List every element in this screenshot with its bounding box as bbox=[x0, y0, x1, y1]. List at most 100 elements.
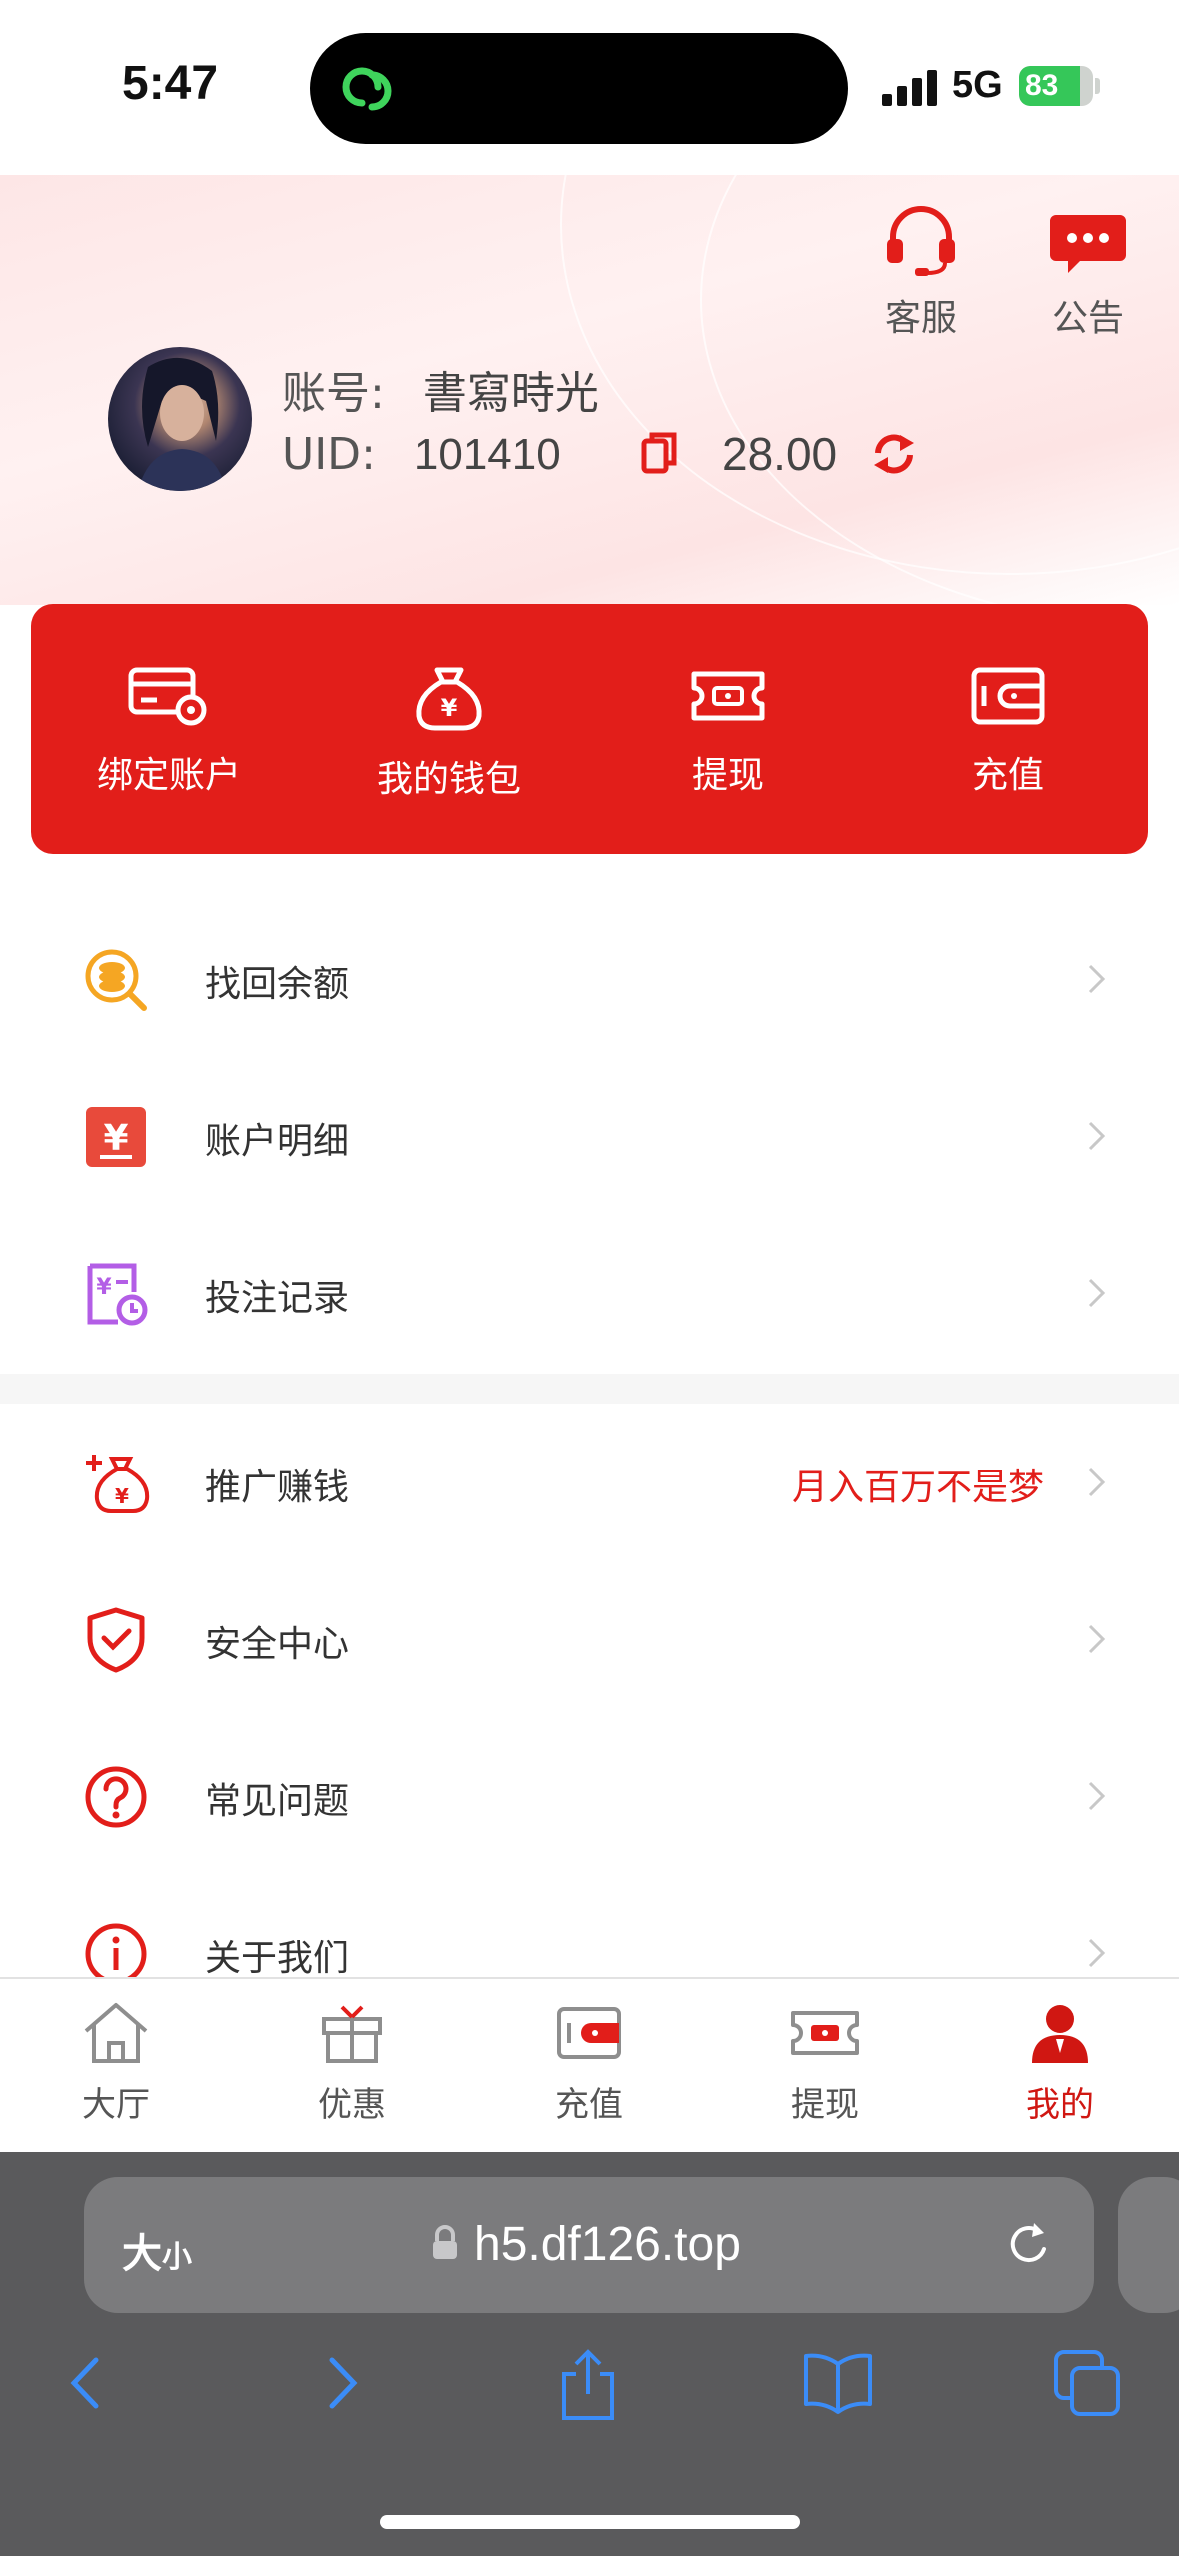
my-wallet-label: 我的钱包 bbox=[376, 759, 521, 800]
tab-mine[interactable]: 我的 bbox=[985, 1999, 1135, 2126]
chevron-right-icon bbox=[1088, 1121, 1106, 1151]
chat-bubble-icon bbox=[1050, 215, 1126, 273]
battery-icon: 83 bbox=[1019, 66, 1093, 106]
menu-item-security-center[interactable]: 安全中心 bbox=[0, 1560, 1179, 1717]
account-name: 書寫時光 bbox=[422, 368, 599, 419]
text-size-small: 小 bbox=[162, 2240, 192, 2275]
question-circle-icon bbox=[85, 1766, 147, 1828]
uid-row: UID: 101410 bbox=[282, 429, 561, 480]
recharge-button[interactable]: 充值 bbox=[908, 664, 1108, 798]
coin-search-icon bbox=[85, 949, 147, 1011]
menu-item-label: 找回余额 bbox=[205, 964, 350, 1005]
text-size-big: 大 bbox=[122, 2231, 162, 2277]
announcement-label: 公告 bbox=[1051, 298, 1124, 339]
menu-item-account-details[interactable]: ¥ 账户明细 bbox=[0, 1057, 1179, 1214]
bet-record-icon: ¥ bbox=[87, 1263, 148, 1326]
menu-item-recover-balance[interactable]: 找回余额 bbox=[0, 900, 1179, 1057]
svg-text:¥: ¥ bbox=[441, 694, 458, 722]
reload-icon[interactable] bbox=[1004, 2219, 1054, 2271]
withdraw-button[interactable]: 提现 bbox=[628, 664, 828, 798]
copy-icon[interactable] bbox=[640, 431, 680, 475]
withdraw-ticket-icon bbox=[691, 671, 765, 721]
announcement-button[interactable]: 公告 bbox=[1033, 205, 1143, 341]
link-chain-icon bbox=[342, 67, 392, 111]
lock-icon bbox=[433, 2225, 457, 2259]
avatar-portrait bbox=[138, 357, 226, 491]
tabs-icon[interactable] bbox=[1052, 2348, 1124, 2420]
info-circle-icon bbox=[85, 1923, 147, 1977]
next-tab-preview[interactable] bbox=[1118, 2177, 1179, 2313]
bind-account-label: 绑定账户 bbox=[96, 755, 241, 796]
chevron-right-icon bbox=[1088, 964, 1106, 994]
chevron-right-icon bbox=[1088, 1278, 1106, 1308]
tab-withdraw[interactable]: 提现 bbox=[750, 1999, 900, 2126]
status-time: 5:47 bbox=[122, 57, 219, 110]
wallet-icon bbox=[557, 2007, 621, 2059]
svg-text:¥: ¥ bbox=[96, 1275, 112, 1300]
avatar[interactable] bbox=[108, 347, 252, 491]
promo-text: 月入百万不是梦 bbox=[791, 1467, 1044, 1508]
money-bag-plus-icon: ¥ bbox=[86, 1455, 150, 1513]
menu-item-label: 推广赚钱 bbox=[205, 1467, 350, 1508]
money-bag-icon: ¥ bbox=[416, 667, 482, 731]
bottom-tab-bar: 大厅 优惠 充值 提现 我的 bbox=[0, 1977, 1179, 2152]
back-icon[interactable] bbox=[66, 2348, 106, 2418]
recharge-label: 充值 bbox=[971, 755, 1044, 796]
url-text: h5.df126.top bbox=[474, 2218, 741, 2271]
menu-item-faq[interactable]: 常见问题 bbox=[0, 1717, 1179, 1874]
user-icon bbox=[1032, 2005, 1088, 2063]
tab-recharge[interactable]: 充值 bbox=[514, 1999, 664, 2126]
battery-tip bbox=[1095, 78, 1100, 94]
account-row: 账号: 書寫時光 bbox=[282, 357, 599, 421]
chevron-right-icon bbox=[1088, 1624, 1106, 1654]
forward-icon[interactable] bbox=[322, 2348, 362, 2418]
menu-item-bet-records[interactable]: ¥ 投注记录 bbox=[0, 1214, 1179, 1371]
withdraw-label: 提现 bbox=[691, 755, 764, 796]
network-type: 5G bbox=[952, 64, 1003, 106]
chevron-right-icon bbox=[1088, 1781, 1106, 1811]
text-size-button[interactable]: 大小 bbox=[122, 2221, 192, 2279]
bind-account-button[interactable]: 绑定账户 bbox=[69, 664, 269, 798]
bookmarks-icon[interactable] bbox=[800, 2348, 876, 2418]
tab-label: 我的 bbox=[1026, 2085, 1094, 2125]
my-wallet-button[interactable]: ¥ 我的钱包 bbox=[349, 664, 549, 802]
menu-item-label: 安全中心 bbox=[205, 1624, 350, 1665]
refresh-icon[interactable] bbox=[870, 431, 918, 477]
uid-label: UID: bbox=[282, 429, 376, 480]
shield-check-icon bbox=[87, 1607, 145, 1673]
chevron-right-icon bbox=[1088, 1938, 1106, 1968]
svg-text:¥: ¥ bbox=[115, 1484, 129, 1508]
svg-text:¥: ¥ bbox=[103, 1118, 128, 1159]
share-icon[interactable] bbox=[556, 2348, 620, 2422]
tab-lobby[interactable]: 大厅 bbox=[41, 1999, 191, 2126]
tab-promotions[interactable]: 优惠 bbox=[277, 1999, 427, 2126]
address-bar[interactable]: 大小 h5.df126.top bbox=[84, 2177, 1094, 2313]
gift-icon bbox=[322, 2005, 382, 2063]
bank-card-gear-icon bbox=[128, 667, 207, 726]
menu-item-label: 账户明细 bbox=[205, 1121, 350, 1162]
customer-service-label: 客服 bbox=[884, 298, 957, 339]
headset-icon bbox=[887, 206, 955, 276]
dynamic-island bbox=[310, 33, 848, 144]
quick-action-panel: 绑定账户 ¥ 我的钱包 提现 充值 bbox=[31, 604, 1148, 854]
uid-value: 101410 bbox=[413, 430, 561, 479]
ledger-yen-icon: ¥ bbox=[86, 1107, 146, 1167]
screen: 5:47 5G 83 客服 公告 账号: 書寫時光 UID: 101410 28… bbox=[0, 0, 1179, 2556]
profile-header: 客服 公告 账号: 書寫時光 UID: 101410 28.00 bbox=[0, 175, 1179, 605]
balance-amount: 28.00 bbox=[722, 428, 838, 480]
tab-label: 大厅 bbox=[82, 2085, 150, 2125]
menu-item-about-us[interactable]: 关于我们 bbox=[0, 1874, 1179, 1977]
home-icon bbox=[84, 2003, 148, 2063]
menu-item-label: 投注记录 bbox=[205, 1278, 350, 1319]
menu-item-label: 关于我们 bbox=[205, 1938, 350, 1977]
tab-label: 提现 bbox=[791, 2085, 859, 2125]
home-indicator[interactable] bbox=[380, 2515, 800, 2529]
chevron-right-icon bbox=[1088, 1467, 1106, 1497]
customer-service-button[interactable]: 客服 bbox=[866, 205, 976, 341]
signal-icon bbox=[882, 70, 938, 106]
menu-item-promote-earn[interactable]: ¥ 推广赚钱 月入百万不是梦 bbox=[0, 1403, 1179, 1560]
withdraw-ticket-icon bbox=[791, 2011, 859, 2055]
tab-label: 充值 bbox=[555, 2085, 623, 2125]
account-label: 账号: bbox=[282, 368, 385, 419]
section-divider bbox=[0, 1374, 1179, 1404]
